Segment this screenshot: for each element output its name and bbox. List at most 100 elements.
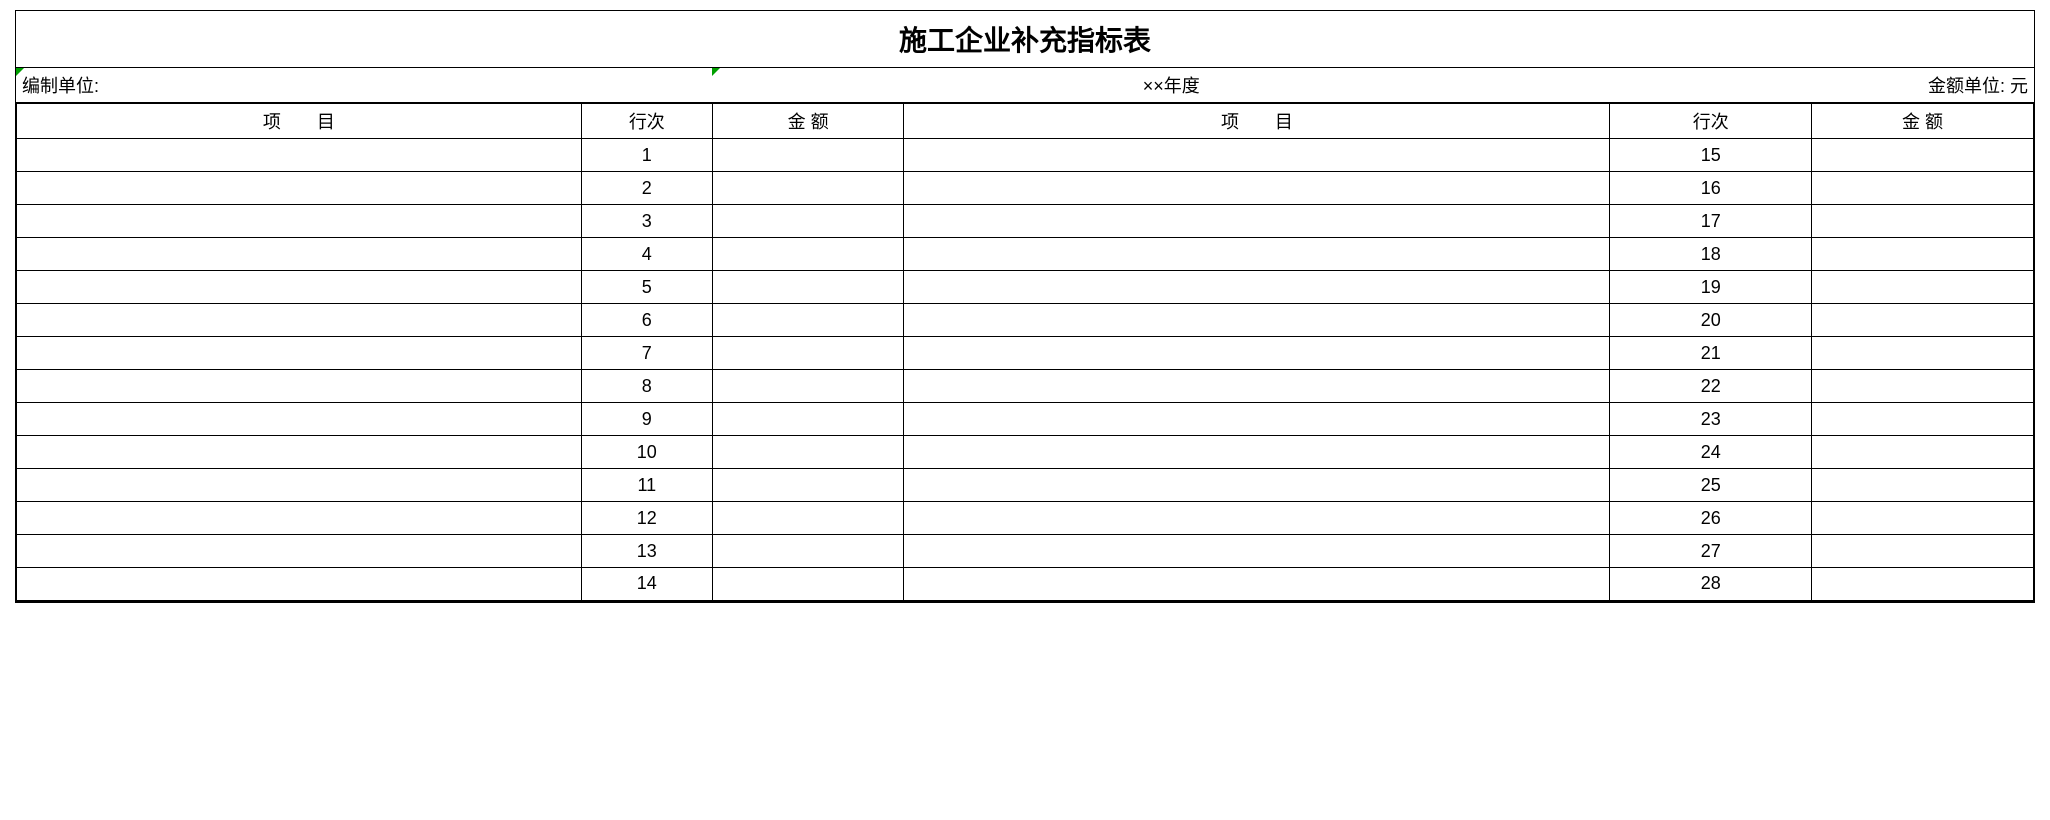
cell-marker-icon	[16, 68, 24, 76]
cell-item-left	[17, 502, 582, 535]
table-row: 6 20	[17, 304, 2034, 337]
cell-line-right: 24	[1610, 436, 1812, 469]
cell-line-left: 9	[581, 403, 712, 436]
cell-item-left	[17, 271, 582, 304]
cell-line-left: 1	[581, 139, 712, 172]
cell-line-left: 12	[581, 502, 712, 535]
cell-amount-right	[1812, 304, 2034, 337]
cell-item-right	[904, 205, 1610, 238]
header-line-left: 行次	[581, 104, 712, 139]
cell-item-right	[904, 535, 1610, 568]
cell-item-right	[904, 370, 1610, 403]
table-body: 1152163174185196207218229231024112512261…	[17, 139, 2034, 601]
cell-amount-left	[712, 568, 904, 601]
header-amount-right: 金 额	[1812, 104, 2034, 139]
cell-item-left	[17, 205, 582, 238]
cell-line-left: 4	[581, 238, 712, 271]
cell-line-right: 20	[1610, 304, 1812, 337]
cell-line-left: 11	[581, 469, 712, 502]
cell-item-right	[904, 436, 1610, 469]
cell-line-right: 18	[1610, 238, 1812, 271]
period-label: ××年度	[1143, 76, 1200, 96]
info-row: 编制单位: ××年度 金额单位: 元	[16, 68, 2034, 104]
cell-amount-left	[712, 469, 904, 502]
cell-item-left	[17, 172, 582, 205]
cell-line-right: 22	[1610, 370, 1812, 403]
cell-amount-left	[712, 337, 904, 370]
cell-line-right: 15	[1610, 139, 1812, 172]
cell-item-left	[17, 337, 582, 370]
table-row: 1 15	[17, 139, 2034, 172]
cell-amount-right	[1812, 502, 2034, 535]
table-row: 5 19	[17, 271, 2034, 304]
cell-amount-right	[1812, 271, 2034, 304]
table-row: 12 26	[17, 502, 2034, 535]
cell-line-right: 16	[1610, 172, 1812, 205]
cell-amount-right	[1812, 535, 2034, 568]
cell-amount-left	[712, 271, 904, 304]
cell-amount-right	[1812, 172, 2034, 205]
cell-line-left: 6	[581, 304, 712, 337]
cell-line-left: 8	[581, 370, 712, 403]
cell-line-left: 5	[581, 271, 712, 304]
cell-line-right: 25	[1610, 469, 1812, 502]
cell-marker-icon	[712, 68, 720, 76]
cell-amount-left	[712, 502, 904, 535]
table-row: 8 22	[17, 370, 2034, 403]
cell-amount-left	[712, 436, 904, 469]
cell-item-right	[904, 403, 1610, 436]
cell-line-right: 28	[1610, 568, 1812, 601]
cell-item-left	[17, 568, 582, 601]
period-cell: ××年度	[712, 68, 1630, 102]
cell-amount-left	[712, 238, 904, 271]
unit-label-cell: 编制单位:	[16, 68, 712, 102]
table-row: 317	[17, 205, 2034, 238]
cell-item-left	[17, 403, 582, 436]
cell-amount-left	[712, 403, 904, 436]
table-row: 9 23	[17, 403, 2034, 436]
table-row: 1428	[17, 568, 2034, 601]
cell-amount-right	[1812, 238, 2034, 271]
cell-item-right	[904, 502, 1610, 535]
cell-line-left: 2	[581, 172, 712, 205]
cell-amount-left	[712, 139, 904, 172]
cell-item-left	[17, 304, 582, 337]
header-item-left: 项 目	[17, 104, 582, 139]
cell-amount-right	[1812, 469, 2034, 502]
cell-amount-right	[1812, 370, 2034, 403]
cell-amount-right	[1812, 337, 2034, 370]
cell-item-right	[904, 337, 1610, 370]
cell-item-right	[904, 238, 1610, 271]
cell-line-right: 27	[1610, 535, 1812, 568]
table-row: 11 25	[17, 469, 2034, 502]
table-row: 10 24	[17, 436, 2034, 469]
cell-item-left	[17, 238, 582, 271]
cell-amount-left	[712, 370, 904, 403]
cell-line-right: 21	[1610, 337, 1812, 370]
cell-line-right: 23	[1610, 403, 1812, 436]
cell-item-right	[904, 139, 1610, 172]
cell-line-right: 17	[1610, 205, 1812, 238]
cell-item-right	[904, 172, 1610, 205]
cell-amount-left	[712, 535, 904, 568]
cell-item-left	[17, 370, 582, 403]
cell-amount-right	[1812, 568, 2034, 601]
cell-item-left	[17, 535, 582, 568]
cell-amount-right	[1812, 403, 2034, 436]
table-row: 4 18	[17, 238, 2034, 271]
cell-line-right: 26	[1610, 502, 1812, 535]
cell-amount-left	[712, 304, 904, 337]
table-row: 721	[17, 337, 2034, 370]
cell-line-left: 13	[581, 535, 712, 568]
table-header-row: 项 目 行次 金 额 项 目 行次 金 额	[17, 104, 2034, 139]
table-row: 13 27	[17, 535, 2034, 568]
cell-amount-right	[1812, 436, 2034, 469]
cell-amount-left	[712, 205, 904, 238]
cell-line-right: 19	[1610, 271, 1812, 304]
header-item-right: 项 目	[904, 104, 1610, 139]
header-amount-left: 金 额	[712, 104, 904, 139]
cell-item-right	[904, 304, 1610, 337]
cell-amount-left	[712, 172, 904, 205]
cell-line-left: 10	[581, 436, 712, 469]
currency-label: 金额单位: 元	[1630, 68, 2034, 102]
